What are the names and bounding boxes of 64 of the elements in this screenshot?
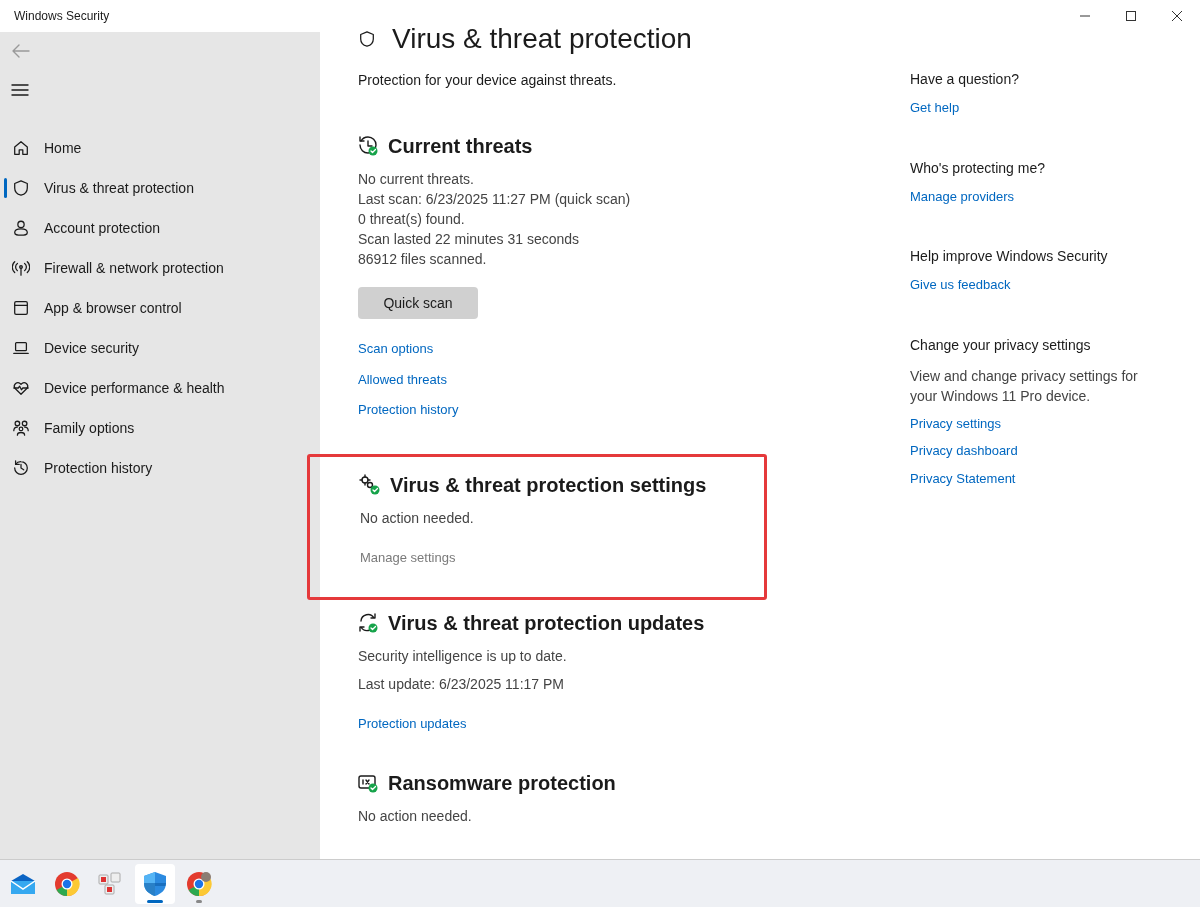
link[interactable]: Give us feedback: [910, 275, 1011, 295]
status-text: 0 threat(s) found.: [358, 210, 466, 229]
nav-item[interactable]: Protection history: [0, 448, 320, 488]
person-icon: [12, 219, 30, 237]
status-text: Last scan: 6/23/2025 11:27 PM (quick scan): [358, 190, 632, 209]
status-text: 86912 files scanned.: [358, 250, 488, 269]
running-indicator: [196, 899, 202, 903]
window-icon: [12, 299, 30, 317]
selection-indicator: [4, 178, 7, 198]
status-text: Scan lasted 22 minutes 31 seconds: [358, 230, 581, 249]
page-title: Virus & threat protection: [392, 22, 692, 56]
nav-item[interactable]: Account protection: [0, 208, 320, 248]
antenna-icon: [12, 259, 30, 277]
link[interactable]: Protection history: [358, 400, 459, 420]
status-text: Last update: 6/23/2025 11:17 PM: [358, 675, 565, 694]
section-heading: Virus & threat protection settings: [390, 472, 707, 498]
shield-icon: [12, 179, 30, 197]
aside-text: View and change privacy settings for your Windows 11 Pro device.: [910, 366, 1139, 406]
history-check-icon: [357, 135, 379, 157]
shield-icon: [142, 870, 168, 897]
section-heading: Ransomware protection: [388, 770, 616, 796]
section-heading: Virus & threat protection updates: [388, 611, 705, 636]
aside-heading: Who's protecting me?: [910, 158, 1046, 178]
mail-icon: [10, 872, 36, 895]
browser-icon: [186, 870, 212, 897]
taskbar-app-button[interactable]: [135, 863, 175, 904]
aside-heading: Change your privacy settings: [910, 335, 1092, 355]
browser-icon: [54, 870, 80, 897]
history-icon: [12, 459, 30, 477]
link[interactable]: Allowed threats: [358, 369, 447, 389]
status-text: No action needed.: [360, 508, 475, 528]
family-icon: [12, 419, 30, 437]
link[interactable]: Privacy settings: [910, 413, 1002, 433]
shield-icon: [358, 30, 376, 48]
link[interactable]: Protection updates: [358, 714, 467, 734]
section-heading: Current threats: [388, 134, 533, 159]
aside-heading: Have a question?: [910, 70, 1020, 89]
laptop-icon: [12, 339, 30, 357]
status-text: Security intelligence is up to date.: [358, 647, 568, 666]
status-text: No current threats.: [358, 170, 475, 189]
link[interactable]: Manage providers: [910, 186, 1015, 206]
close-icon: [1172, 11, 1182, 21]
aside-heading: Help improve Windows Security: [910, 247, 1109, 266]
nav-item[interactable]: App & browser control: [0, 288, 320, 328]
nav-item[interactable]: Firewall & network protection: [0, 248, 320, 288]
status-text: No action needed.: [358, 806, 473, 826]
nav-item[interactable]: Device performance & health: [0, 368, 320, 408]
running-indicator: [147, 899, 163, 903]
keyboard-keys-icon: [98, 870, 124, 897]
page-subtitle: Protection for your device against threats.: [358, 71, 618, 90]
link[interactable]: Scan options: [358, 339, 434, 359]
link[interactable]: Privacy Statement: [910, 468, 1016, 488]
link[interactable]: Get help: [910, 98, 960, 118]
link[interactable]: Privacy dashboard: [910, 441, 1018, 461]
maximize-icon: [1126, 11, 1136, 21]
nav-item[interactable]: Home: [0, 128, 320, 168]
heart-pulse-icon: [12, 379, 30, 397]
nav-item[interactable]: Device security: [0, 328, 320, 368]
quick-scan-button[interactable]: Quick scan: [358, 287, 478, 319]
nav-item[interactable]: Family options: [0, 408, 320, 448]
window-title: Windows Security: [14, 8, 110, 25]
home-icon: [12, 139, 30, 157]
gears-check-icon: [359, 473, 381, 496]
refresh-check-icon: [357, 612, 379, 634]
